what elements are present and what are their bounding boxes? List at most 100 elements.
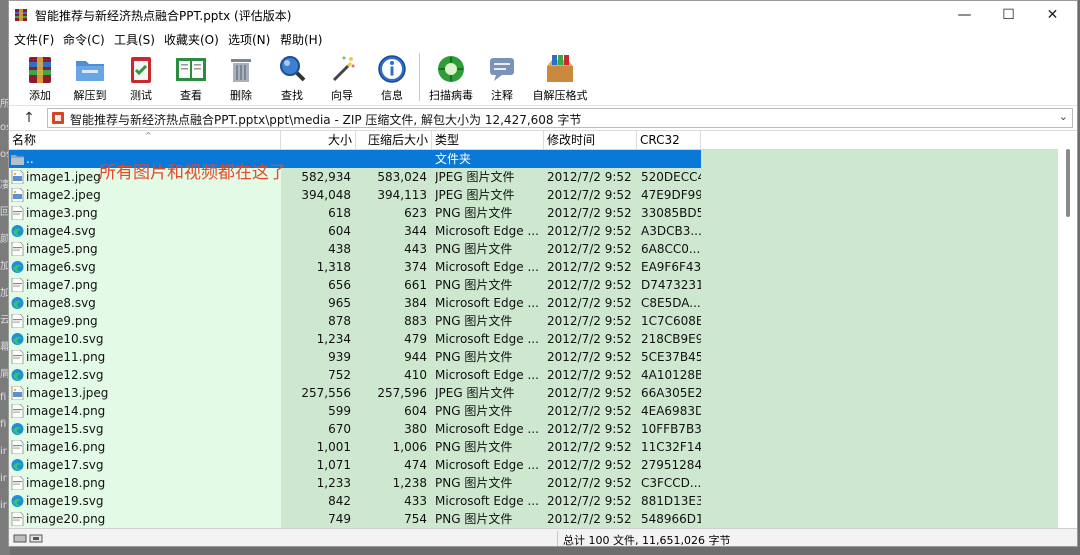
add-label: 添加 <box>29 89 51 102</box>
file-type: PNG 图片文件 <box>435 278 513 292</box>
edge-file-icon <box>11 495 24 507</box>
file-crc: 218CB9E9 <box>641 332 701 346</box>
menu-file[interactable]: 文件(F) <box>14 31 54 48</box>
title-bar[interactable]: 智能推荐与新经济热点融合PPT.pptx (评估版本) — ☐ ✕ <box>9 1 1077 29</box>
file-size: 394,048 <box>301 188 351 202</box>
vertical-scrollbar[interactable] <box>1058 131 1077 528</box>
extract-folder-icon <box>76 61 104 81</box>
file-row[interactable]: image7.png 656 661 PNG 图片文件 2012/7/2 9:52 D74… <box>9 276 1058 294</box>
edge-file-icon <box>11 333 24 345</box>
file-modified: 2012/7/2 9:52 <box>547 188 632 202</box>
delete-button[interactable]: 删除 <box>219 51 263 103</box>
menu-options[interactable]: 选项(N) <box>228 31 270 48</box>
file-row[interactable]: image18.png 1,233 1,238 PNG 图片文件 2012/7/2 9:… <box>9 474 1058 492</box>
file-row[interactable]: image15.svg 670 380 Microsoft Edge ... 2012/… <box>9 420 1058 438</box>
minimize-button[interactable]: — <box>942 1 987 29</box>
file-modified: 2012/7/2 9:52 <box>547 278 632 292</box>
edge-file-icon <box>11 297 24 309</box>
find-button[interactable]: 查找 <box>270 51 314 103</box>
file-row[interactable]: image20.png 749 754 PNG 图片文件 2012/7/2 9:52 54… <box>9 510 1058 528</box>
file-packed-size: 344 <box>404 224 427 238</box>
column-packed[interactable]: 压缩后大小 <box>356 131 432 149</box>
file-packed-size: 623 <box>404 206 427 220</box>
file-packed-size: 1,006 <box>392 440 427 454</box>
scrollbar-thumb[interactable] <box>1066 149 1070 217</box>
file-crc: EA9F6F43 <box>641 260 701 274</box>
file-modified: 2012/7/2 9:52 <box>547 314 632 328</box>
png-file-icon <box>11 278 24 292</box>
file-packed-size: 380 <box>404 422 427 436</box>
file-packed-size: 1,238 <box>392 476 427 490</box>
file-row[interactable]: image13.jpeg 257,556 257,596 JPEG 图片文件 2012/… <box>9 384 1058 402</box>
wizard-button[interactable]: 向导 <box>320 51 364 103</box>
edge-file-icon <box>11 369 24 381</box>
view-button[interactable]: 查看 <box>169 51 213 103</box>
file-row[interactable]: image6.svg 1,318 374 Microsoft Edge ... 2012… <box>9 258 1058 276</box>
jpeg-file-icon <box>11 386 24 400</box>
file-type: Microsoft Edge ... <box>435 332 539 346</box>
file-row[interactable]: image4.svg 604 344 Microsoft Edge ... 2012/7… <box>9 222 1058 240</box>
toolbar: 添加 解压到 测试 查看 删除 查找 向导 信息 扫描病毒 注释 自解压格式 <box>9 49 1077 106</box>
file-row[interactable]: image8.svg 965 384 Microsoft Edge ... 2012/7… <box>9 294 1058 312</box>
file-row[interactable]: image14.png 599 604 PNG 图片文件 2012/7/2 9:52 4E… <box>9 402 1058 420</box>
comment-icon <box>490 58 514 81</box>
file-size: 749 <box>328 512 351 526</box>
drive-status-icon[interactable] <box>13 532 45 544</box>
menu-tools[interactable]: 工具(S) <box>114 31 155 48</box>
menu-favorites[interactable]: 收藏夹(O) <box>164 31 219 48</box>
file-crc: C8E5DA... <box>641 296 701 310</box>
column-size[interactable]: 大小 <box>281 131 356 149</box>
file-row[interactable]: image3.png 618 623 PNG 图片文件 2012/7/2 9:52 330… <box>9 204 1058 222</box>
file-modified: 2012/7/2 9:52 <box>547 350 632 364</box>
edge-file-icon <box>11 423 24 435</box>
png-file-icon <box>11 440 24 454</box>
column-name[interactable]: 名称 ^ <box>9 131 281 149</box>
menu-help[interactable]: 帮助(H) <box>280 31 322 48</box>
file-row[interactable]: image9.png 878 883 PNG 图片文件 2012/7/2 9:52 1C7… <box>9 312 1058 330</box>
close-button[interactable]: ✕ <box>1030 1 1075 29</box>
extract-button[interactable]: 解压到 <box>68 51 112 103</box>
maximize-button[interactable]: ☐ <box>986 1 1031 29</box>
file-packed-size: 883 <box>404 314 427 328</box>
file-crc: 548966D1 <box>641 512 701 526</box>
file-modified: 2012/7/2 9:52 <box>547 368 632 382</box>
file-row[interactable]: image11.png 939 944 PNG 图片文件 2012/7/2 9:52 5C… <box>9 348 1058 366</box>
file-crc: D7473231 <box>641 278 701 292</box>
file-packed-size: 374 <box>404 260 427 274</box>
file-modified: 2012/7/2 9:52 <box>547 512 632 526</box>
file-row[interactable]: image5.png 438 443 PNG 图片文件 2012/7/2 9:52 6A8… <box>9 240 1058 258</box>
file-row[interactable]: image17.svg 1,071 474 Microsoft Edge ... 201… <box>9 456 1058 474</box>
column-name-label: 名称 <box>12 133 37 147</box>
file-row[interactable]: image10.svg 1,234 479 Microsoft Edge ... 201… <box>9 330 1058 348</box>
file-size: 842 <box>328 494 351 508</box>
file-name: image4.svg <box>26 224 96 238</box>
file-packed-size: 257,596 <box>377 386 427 400</box>
file-crc: 5CE37B45 <box>641 350 701 364</box>
up-level-button[interactable]: ↑ <box>19 108 39 128</box>
file-packed-size: 479 <box>404 332 427 346</box>
sfx-box-icon <box>547 55 573 82</box>
file-crc: 10FFB7B3 <box>641 422 701 436</box>
sfx-button[interactable]: 自解压格式 <box>529 51 591 103</box>
path-field[interactable]: 智能推荐与新经济热点融合PPT.pptx\ppt\media - ZIP 压缩文… <box>47 108 1073 128</box>
column-header: 名称 ^ 大小 压缩后大小 类型 修改时间 CRC32 <box>9 131 1058 150</box>
trash-icon <box>231 59 251 82</box>
file-row[interactable]: image19.svg 842 433 Microsoft Edge ... 2012/… <box>9 492 1058 510</box>
info-button[interactable]: 信息 <box>370 51 414 103</box>
file-row[interactable]: image16.png 1,001 1,006 PNG 图片文件 2012/7/2 9:… <box>9 438 1058 456</box>
file-modified: 2012/7/2 9:52 <box>547 458 632 472</box>
file-row[interactable]: image12.svg 752 410 Microsoft Edge ... 2012/… <box>9 366 1058 384</box>
scan-virus-button[interactable]: 扫描病毒 <box>426 51 476 103</box>
menu-command[interactable]: 命令(C) <box>63 31 105 48</box>
column-type[interactable]: 类型 <box>432 131 544 149</box>
column-modified[interactable]: 修改时间 <box>544 131 637 149</box>
comment-button[interactable]: 注释 <box>480 51 524 103</box>
column-crc[interactable]: CRC32 <box>637 131 701 149</box>
test-button[interactable]: 测试 <box>119 51 163 103</box>
add-button[interactable]: 添加 <box>18 51 62 103</box>
magnifier-icon <box>280 56 306 82</box>
file-size: 1,001 <box>316 440 351 454</box>
path-dropdown-icon[interactable]: ⌄ <box>1059 110 1068 123</box>
file-row[interactable]: image2.jpeg 394,048 394,113 JPEG 图片文件 2012/7… <box>9 186 1058 204</box>
file-name: image20.png <box>26 512 106 526</box>
